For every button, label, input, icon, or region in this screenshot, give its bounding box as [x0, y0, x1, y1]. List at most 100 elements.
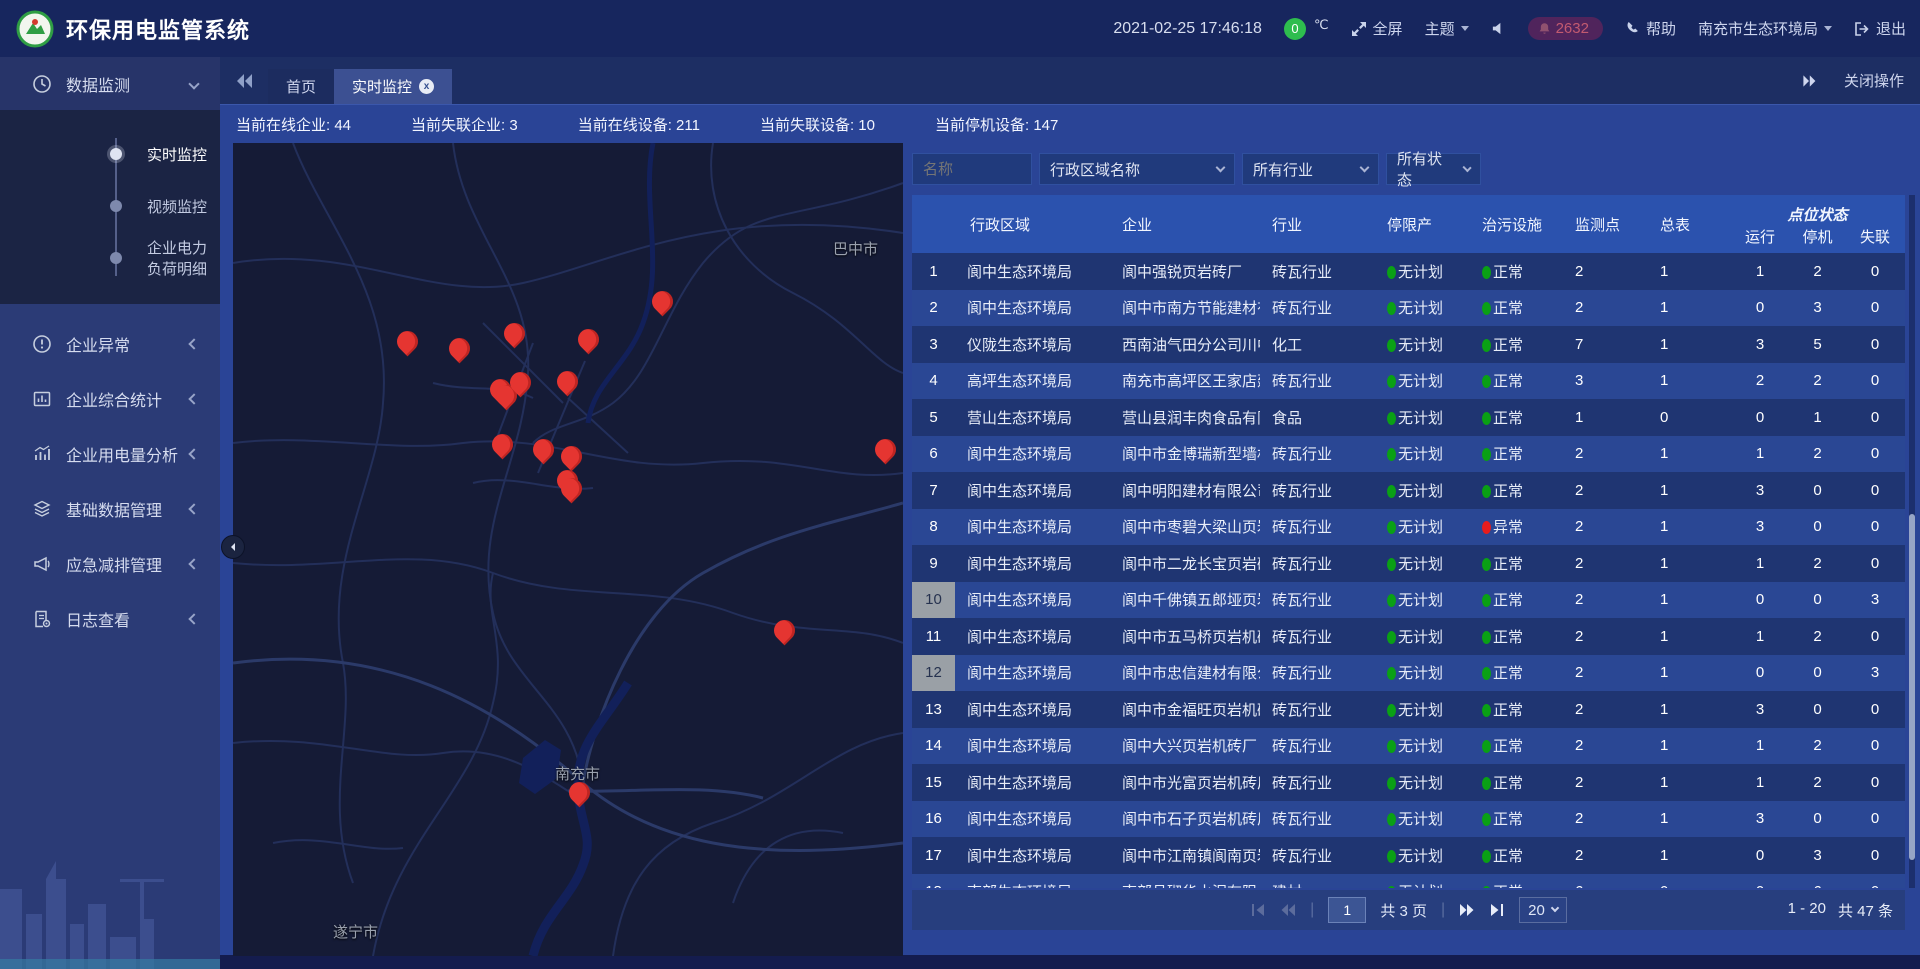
industry-filter-select[interactable]: 所有行业: [1242, 153, 1379, 185]
status-label: 无计划: [1398, 629, 1443, 646]
table-row[interactable]: 7阆中生态环境局阆中明阳建材有限公司砖瓦行业无计划正常21300: [912, 472, 1905, 509]
table-row[interactable]: 10阆中生态环境局阆中千佛镇五郎垭页岩砖瓦行业无计划正常21003: [912, 582, 1905, 619]
table-cell: 2: [1560, 701, 1645, 718]
temperature-unit: ℃: [1314, 17, 1329, 33]
table-cell: 1: [1645, 445, 1730, 462]
map[interactable]: 巴中市南充市遂宁市: [233, 143, 903, 956]
table-cell: 0: [1790, 810, 1845, 827]
sidebar-group-log-view[interactable]: 日志查看: [0, 591, 220, 646]
first-page-icon[interactable]: [1250, 903, 1266, 917]
table-cell: 0: [1845, 883, 1905, 888]
sidebar-group-enterprise-statistics[interactable]: 企业综合统计: [0, 371, 220, 426]
table-cell: 0: [1845, 774, 1905, 791]
table-row[interactable]: 9阆中生态环境局阆中市二龙长宝页岩砖砖瓦行业无计划正常21120: [912, 545, 1905, 582]
table-row[interactable]: 16阆中生态环境局阆中市石子页岩机砖厂砖瓦行业无计划正常21300: [912, 801, 1905, 838]
table-row[interactable]: 14阆中生态环境局阆中大兴页岩机砖厂砖瓦行业无计划正常21120: [912, 728, 1905, 765]
tab-home[interactable]: 首页: [268, 69, 334, 104]
table-row[interactable]: 15阆中生态环境局阆中市光富页岩机砖厂砖瓦行业无计划正常21120: [912, 764, 1905, 801]
status-label: 无计划: [1398, 337, 1443, 354]
table-cell: 建材: [1260, 881, 1375, 888]
tab-strip: 首页 实时监控 x 关闭操作: [220, 57, 1920, 104]
sidebar-group-emergency-reduction[interactable]: 应急减排管理: [0, 536, 220, 591]
table-row[interactable]: 1阆中生态环境局阆中强锐页岩砖厂砖瓦行业无计划正常21120: [912, 253, 1905, 290]
status-dot-icon: [1387, 777, 1396, 790]
table-cell: 阆中市枣碧大梁山页岩: [1110, 516, 1260, 537]
theme-dropdown[interactable]: 主题: [1425, 18, 1469, 39]
datetime-display: 2021-02-25 17:46:18: [1113, 20, 1262, 38]
sidebar-item-video-monitoring[interactable]: 视频监控: [0, 180, 220, 232]
sidebar-group-data-monitoring[interactable]: 数据监测: [0, 57, 220, 110]
table-cell: 1: [1730, 555, 1790, 572]
tabs-scroll-left-icon[interactable]: [234, 71, 254, 91]
map-collapse-button[interactable]: [221, 535, 245, 559]
power-analysis-icon: [32, 444, 52, 464]
scrollbar-thumb[interactable]: [1909, 514, 1915, 861]
sidebar-item-power-load-detail[interactable]: 企业电力负荷明细: [0, 232, 220, 284]
main-content: 当前在线企业: 44当前失联企业: 3当前在线设备: 211当前失联设备: 10…: [220, 104, 1920, 955]
table-cell: 3: [1730, 336, 1790, 353]
sidebar-group-enterprise-alert[interactable]: 企业异常: [0, 316, 220, 371]
table-cell: 阆中市二龙长宝页岩砖: [1110, 553, 1260, 574]
sidebar-group-base-data[interactable]: 基础数据管理: [0, 481, 220, 536]
status-label: 正常: [1493, 848, 1523, 865]
org-dropdown[interactable]: 南充市生态环境局: [1698, 18, 1832, 39]
notification-pill[interactable]: 2632: [1528, 17, 1603, 40]
sidebar: 数据监测 实时监控 视频监控 企业电力负荷明细 企业异常 企业综合统计: [0, 57, 220, 969]
table-row[interactable]: 3仪陇生态环境局西南油气田分公司川中化工无计划正常71350: [912, 326, 1905, 363]
last-page-icon[interactable]: [1489, 903, 1505, 917]
stop-status-cell: 无计划: [1375, 334, 1470, 355]
table-row[interactable]: 11阆中生态环境局阆中市五马桥页岩机砖砖瓦行业无计划正常21120: [912, 618, 1905, 655]
sidebar-item-realtime-monitoring[interactable]: 实时监控: [0, 128, 220, 180]
table-row[interactable]: 17阆中生态环境局阆中市江南镇阆南页岩砖瓦行业无计划正常21030: [912, 837, 1905, 874]
table-cell: 阆中生态环境局: [955, 297, 1110, 318]
table-cell: 2: [1560, 482, 1645, 499]
table-row[interactable]: 4高坪生态环境局南充市高坪区王家店建砖瓦行业无计划正常31220: [912, 363, 1905, 400]
table-scrollbar[interactable]: [1909, 195, 1915, 888]
status-label: 无计划: [1398, 264, 1443, 281]
status-label: 正常: [1493, 264, 1523, 281]
facility-status-cell: 正常: [1470, 808, 1560, 829]
stop-status-cell: 无计划: [1375, 626, 1470, 647]
facility-status-cell: 正常: [1470, 297, 1560, 318]
bell-icon: [1538, 22, 1551, 35]
tab-realtime-monitoring[interactable]: 实时监控 x: [334, 69, 452, 104]
status-filter-select[interactable]: 所有状态: [1386, 153, 1481, 185]
mute-button[interactable]: [1491, 21, 1506, 36]
facility-status-cell: 正常: [1470, 772, 1560, 793]
temperature-badge: 0: [1284, 18, 1306, 40]
next-page-icon[interactable]: [1459, 903, 1475, 917]
help-button[interactable]: 帮助: [1625, 18, 1676, 39]
table-row[interactable]: 13阆中生态环境局阆中市金福旺页岩机砖砖瓦行业无计划正常21300: [912, 691, 1905, 728]
logout-button[interactable]: 退出: [1854, 18, 1906, 39]
table-cell: 阆中生态环境局: [955, 662, 1110, 683]
facility-status-cell: 正常: [1470, 334, 1560, 355]
table-row[interactable]: 12阆中生态环境局阆中市忠信建材有限公砖瓦行业无计划正常21003: [912, 655, 1905, 692]
table-row[interactable]: 8阆中生态环境局阆中市枣碧大梁山页岩砖瓦行业无计划异常21300: [912, 509, 1905, 546]
previous-page-icon[interactable]: [1280, 903, 1296, 917]
bullet-icon: [110, 148, 122, 160]
table-row[interactable]: 5营山生态环境局营山县润丰肉食品有限食品无计划正常10010: [912, 399, 1905, 436]
table-cell: 营山生态环境局: [955, 407, 1110, 428]
table-row[interactable]: 6阆中生态环境局阆中市金博瑞新型墙材砖瓦行业无计划正常21120: [912, 436, 1905, 473]
status-dot-icon: [1482, 667, 1491, 680]
tabs-scroll-right-icon[interactable]: [1800, 73, 1818, 89]
table-row[interactable]: 18南部生态环境局南部县砌华水泥有限公建材无计划正常60060: [912, 874, 1905, 889]
table-cell: 11: [912, 628, 955, 645]
city-label: 巴中市: [833, 238, 878, 259]
close-icon[interactable]: x: [419, 79, 434, 94]
name-filter[interactable]: [912, 153, 1032, 185]
status-label: 无计划: [1398, 592, 1443, 609]
status-dot-icon: [1482, 448, 1491, 461]
status-label: 无计划: [1398, 811, 1443, 828]
close-operations-button[interactable]: 关闭操作: [1844, 70, 1904, 91]
sidebar-group-power-analysis[interactable]: 企业用电量分析: [0, 426, 220, 481]
page-size-select[interactable]: 20: [1519, 897, 1567, 923]
name-filter-input[interactable]: [923, 161, 1021, 178]
table-cell: 1: [1645, 372, 1730, 389]
table-row[interactable]: 2阆中生态环境局阆中市南方节能建材有砖瓦行业无计划正常21030: [912, 290, 1905, 327]
fullscreen-button[interactable]: 全屏: [1351, 18, 1403, 39]
table-cell: 0: [1845, 263, 1905, 280]
page-number-input[interactable]: [1328, 897, 1366, 923]
table-cell: 0: [1730, 299, 1790, 316]
region-filter-select[interactable]: 行政区域名称: [1039, 153, 1235, 185]
